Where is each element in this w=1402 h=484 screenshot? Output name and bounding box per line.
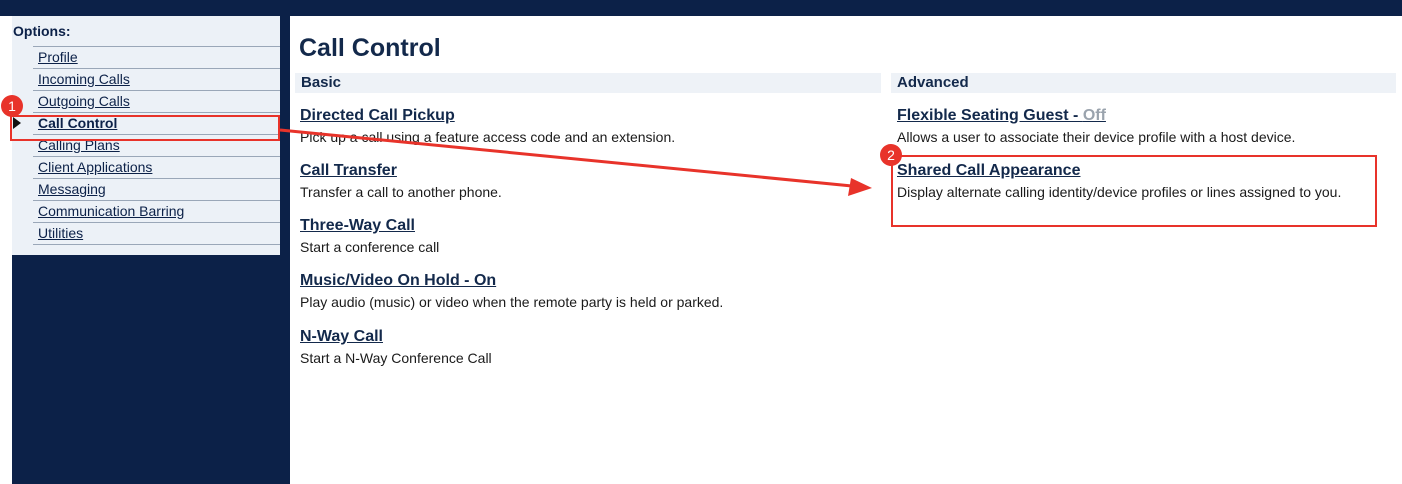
options-list: Profile Incoming Calls Outgoing Calls Ca… [13, 46, 280, 245]
feature-description: Start a N-Way Conference Call [300, 350, 492, 366]
basic-column-header: Basic [295, 73, 881, 93]
feature-call-transfer: Call Transfer Transfer a call to another… [300, 162, 860, 200]
sidebar-item-communication-barring: Communication Barring [33, 200, 280, 222]
advanced-column-header: Advanced [891, 73, 1396, 93]
sidebar-link-client-applications[interactable]: Client Applications [38, 159, 152, 175]
music-video-on-hold-link[interactable]: Music/Video On Hold - On [300, 272, 496, 290]
sidebar-item-utilities: Utilities [33, 222, 280, 245]
directed-call-pickup-link[interactable]: Directed Call Pickup [300, 107, 455, 125]
main-content: Call Control Basic Advanced Directed Cal… [290, 16, 1402, 484]
sidebar-link-incoming-calls[interactable]: Incoming Calls [38, 71, 130, 87]
highlight-box-step-1 [10, 115, 280, 141]
feature-n-way-call: N-Way Call Start a N-Way Conference Call [300, 328, 860, 366]
sidebar-link-utilities[interactable]: Utilities [38, 225, 83, 241]
feature-description: Pick up a call using a feature access co… [300, 129, 676, 145]
feature-directed-call-pickup: Directed Call Pickup Pick up a call usin… [300, 107, 860, 145]
left-navigation-pane: Options: Profile Incoming Calls Outgoing… [12, 16, 290, 484]
status-off-label: Off [1082, 107, 1106, 124]
feature-description: Start a conference call [300, 239, 440, 255]
sidebar-item-profile: Profile [33, 46, 280, 68]
highlight-box-step-2 [891, 155, 1377, 227]
three-way-call-link[interactable]: Three-Way Call [300, 217, 415, 235]
sidebar-link-messaging[interactable]: Messaging [38, 181, 106, 197]
sidebar-item-outgoing-calls: Outgoing Calls [33, 90, 280, 112]
feature-three-way-call: Three-Way Call Start a conference call [300, 217, 860, 255]
flexible-seating-guest-link[interactable]: Flexible Seating Guest - Off [897, 107, 1106, 125]
feature-description: Transfer a call to another phone. [300, 184, 502, 200]
sidebar-link-profile[interactable]: Profile [38, 49, 78, 65]
call-transfer-link[interactable]: Call Transfer [300, 162, 397, 180]
sidebar-item-incoming-calls: Incoming Calls [33, 68, 280, 90]
page: Options: Profile Incoming Calls Outgoing… [0, 0, 1402, 484]
flexible-seating-guest-label: Flexible Seating Guest - [897, 107, 1083, 124]
page-title: Call Control [299, 34, 441, 62]
feature-music-video-on-hold: Music/Video On Hold - On Play audio (mus… [300, 272, 860, 310]
feature-description: Play audio (music) or video when the rem… [300, 294, 724, 310]
options-heading: Options: [13, 23, 71, 39]
sidebar-item-client-applications: Client Applications [33, 156, 280, 178]
feature-description: Allows a user to associate their device … [897, 129, 1296, 145]
sidebar-item-messaging: Messaging [33, 178, 280, 200]
step-1-badge: 1 [1, 95, 23, 117]
top-banner [0, 0, 1402, 16]
step-2-badge: 2 [880, 144, 902, 166]
feature-flexible-seating-guest: Flexible Seating Guest - Off Allows a us… [897, 107, 1397, 145]
n-way-call-link[interactable]: N-Way Call [300, 328, 383, 346]
sidebar-link-outgoing-calls[interactable]: Outgoing Calls [38, 93, 130, 109]
sidebar-link-communication-barring[interactable]: Communication Barring [38, 203, 184, 219]
